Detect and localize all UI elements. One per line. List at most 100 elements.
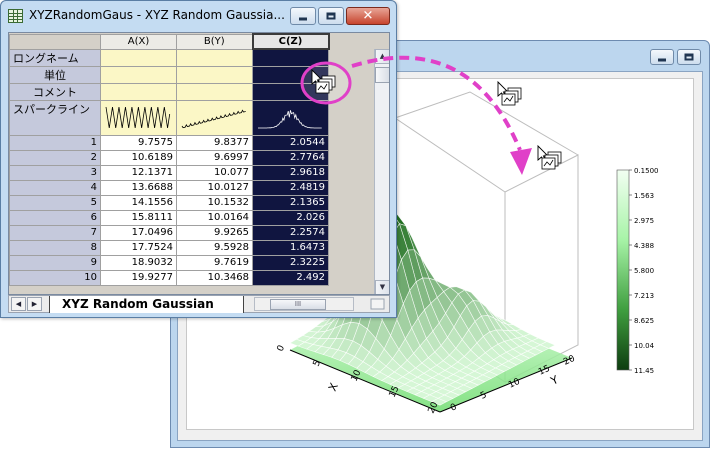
cell-b[interactable]: 10.0127	[176, 179, 253, 196]
color-scale-label: 8.625	[634, 317, 654, 325]
x-tick: 0	[276, 344, 288, 354]
cell-a[interactable]: 14.1556	[100, 194, 177, 211]
workbook-title: XYZRandomGaus - XYZ Random Gaussia...	[29, 8, 285, 22]
row-number[interactable]: 2	[9, 149, 101, 166]
column-header-b[interactable]: B(Y)	[176, 33, 253, 50]
row-number[interactable]: 7	[9, 224, 101, 241]
sheet-tab-bar: ◀ ▶ XYZ Random Gaussian III	[8, 295, 390, 313]
sparkline-b[interactable]	[176, 99, 253, 136]
cell-b[interactable]: 9.8377	[176, 134, 253, 151]
column-header-a[interactable]: A(X)	[100, 33, 177, 50]
minimize-icon	[299, 17, 307, 21]
table-row: 1 9.7575 9.8377 2.0544	[9, 134, 329, 151]
resize-grip-icon[interactable]	[369, 297, 387, 311]
cell[interactable]	[100, 82, 177, 101]
data-grid: A(X) B(Y) C(Z) ロングネーム 単位 コメント スパークライン 1 …	[9, 33, 330, 286]
row-label-sparkline[interactable]: スパークライン	[9, 99, 101, 136]
sheet-tab[interactable]: XYZ Random Gaussian	[49, 296, 244, 313]
cell-c[interactable]: 2.3225	[252, 254, 329, 271]
tab-next-button[interactable]: ▶	[27, 297, 42, 311]
cell[interactable]	[176, 65, 253, 84]
tab-prev-button[interactable]: ◀	[11, 297, 26, 311]
close-icon: ✕	[362, 8, 374, 24]
cell[interactable]	[252, 65, 329, 84]
cell[interactable]	[176, 48, 253, 67]
cell-c[interactable]: 2.2574	[252, 224, 329, 241]
table-row: 4 13.6688 10.0127 2.4819	[9, 179, 329, 196]
row-number[interactable]: 4	[9, 179, 101, 196]
row-number[interactable]: 10	[9, 269, 101, 286]
cell[interactable]	[252, 82, 329, 101]
cell-a[interactable]: 18.9032	[100, 254, 177, 271]
sparkline-a-chart	[105, 106, 171, 128]
cell-b[interactable]: 9.5928	[176, 239, 253, 256]
row-number[interactable]: 1	[9, 134, 101, 151]
cell-c[interactable]: 2.026	[252, 209, 329, 226]
workbook-titlebar[interactable]: XYZRandomGaus - XYZ Random Gaussia... ✕	[1, 1, 396, 31]
row-number[interactable]: 6	[9, 209, 101, 226]
row-label-longname[interactable]: ロングネーム	[9, 48, 101, 67]
color-scale-label: 10.04	[634, 342, 655, 350]
sparkline-c-chart	[258, 109, 322, 128]
cell-b[interactable]: 10.077	[176, 164, 253, 181]
color-scale: 0.1500 1.563 2.975 4.388 5.800 7.213 8.625 10.0…	[616, 167, 659, 375]
cell-a[interactable]: 12.1371	[100, 164, 177, 181]
scroll-up-button[interactable]: ▲	[375, 49, 389, 64]
color-scale-label: 5.800	[634, 267, 654, 275]
cell-a[interactable]: 17.0496	[100, 224, 177, 241]
cell-a[interactable]: 13.6688	[100, 179, 177, 196]
cell-b[interactable]: 9.6997	[176, 149, 253, 166]
cell-a[interactable]: 19.9277	[100, 269, 177, 286]
vertical-scroll-thumb[interactable]	[375, 67, 389, 83]
vertical-scrollbar[interactable]: ▲ ▼	[374, 49, 389, 294]
cell-b[interactable]: 9.7619	[176, 254, 253, 271]
cell-c[interactable]: 2.1365	[252, 194, 329, 211]
cell-b[interactable]: 10.1532	[176, 194, 253, 211]
cell-a[interactable]: 15.8111	[100, 209, 177, 226]
row-number[interactable]: 9	[9, 254, 101, 271]
cell[interactable]	[100, 48, 177, 67]
table-row: 5 14.1556 10.1532 2.1365	[9, 194, 329, 211]
worksheet[interactable]: A(X) B(Y) C(Z) ロングネーム 単位 コメント スパークライン 1 …	[8, 32, 390, 295]
close-button[interactable]: ✕	[346, 7, 390, 25]
scroll-down-button[interactable]: ▼	[375, 280, 389, 294]
row-number[interactable]: 8	[9, 239, 101, 256]
row-label-comment[interactable]: コメント	[9, 82, 101, 101]
color-scale-label: 2.975	[634, 217, 654, 225]
cell-b[interactable]: 9.9265	[176, 224, 253, 241]
cell-c[interactable]: 2.0544	[252, 134, 329, 151]
maximize-button[interactable]	[318, 7, 344, 25]
column-header-c[interactable]: C(Z)	[251, 33, 330, 50]
color-scale-label: 0.1500	[634, 167, 659, 175]
grid-corner[interactable]	[9, 33, 101, 50]
table-row: 2 10.6189 9.6997 2.7764	[9, 149, 329, 166]
cell-b[interactable]: 10.0164	[176, 209, 253, 226]
sparkline-c[interactable]	[252, 99, 329, 136]
cell[interactable]	[176, 82, 253, 101]
cell-c[interactable]: 2.7764	[252, 149, 329, 166]
minimize-button[interactable]	[290, 7, 316, 25]
row-number[interactable]: 5	[9, 194, 101, 211]
x-axis-label: X	[326, 381, 341, 394]
horizontal-scroll-thumb[interactable]: III	[270, 299, 326, 310]
cell-a[interactable]: 10.6189	[100, 149, 177, 166]
table-row: 3 12.1371 10.077 2.9618	[9, 164, 329, 181]
cell-c[interactable]: 2.492	[252, 269, 329, 286]
color-scale-label: 1.563	[634, 192, 654, 200]
cell-b[interactable]: 10.3468	[176, 269, 253, 286]
cell-c[interactable]: 2.9618	[252, 164, 329, 181]
cell-a[interactable]: 17.7524	[100, 239, 177, 256]
row-label-units[interactable]: 単位	[9, 65, 101, 84]
sparkline-a[interactable]	[100, 99, 177, 136]
cell[interactable]	[100, 65, 177, 84]
color-scale-label: 7.213	[634, 292, 654, 300]
cell-c[interactable]: 2.4819	[252, 179, 329, 196]
cell-a[interactable]: 9.7575	[100, 134, 177, 151]
table-row: 6 15.8111 10.0164 2.026	[9, 209, 329, 226]
cell-c[interactable]: 1.6473	[252, 239, 329, 256]
row-number[interactable]: 3	[9, 164, 101, 181]
table-row: 7 17.0496 9.9265 2.2574	[9, 224, 329, 241]
horizontal-scrollbar[interactable]: III	[254, 297, 354, 311]
workbook-window: XYZRandomGaus - XYZ Random Gaussia... ✕ …	[0, 0, 397, 318]
cell[interactable]	[252, 48, 329, 67]
